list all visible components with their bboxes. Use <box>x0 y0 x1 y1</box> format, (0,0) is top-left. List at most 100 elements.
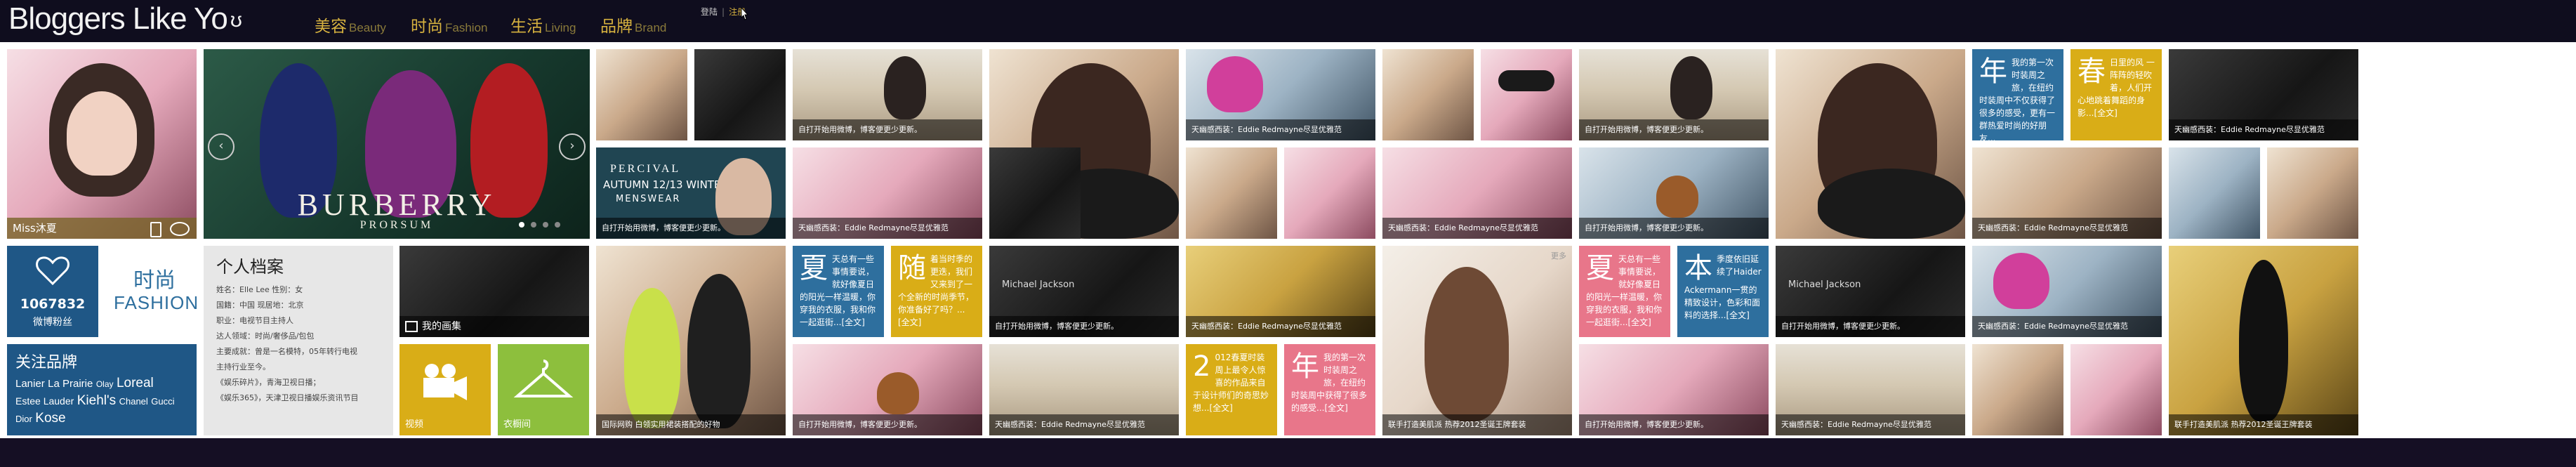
text-tile-initial: 夏 <box>800 252 828 284</box>
photo-tile[interactable] <box>1382 49 1474 140</box>
text-tile[interactable]: 年我的第一次时装周之旅，在纽约时装周中不仅获得了很多的感受，更有一群热爱时尚的好… <box>1972 49 2063 140</box>
brand-list: Lanier La Prairie Olay Loreal Estee Laud… <box>15 375 191 428</box>
tile-caption: 自打开始用微博，博客便更少更新。 <box>1579 414 1769 435</box>
fashion-logo-tile[interactable]: 时尚 FASHION <box>105 246 197 337</box>
tile-caption: 自打开始用微博，博客便更少更新。 <box>1579 218 1769 239</box>
photo-tile[interactable]: 联手打造美肌派 热荐2012圣诞王牌套装 <box>2169 246 2358 435</box>
tile-caption: 天幽感西装：Eddie Redmayne尽显优雅范 <box>1186 316 1375 337</box>
video-tile[interactable]: 视频 <box>399 344 491 435</box>
figure <box>1818 169 1965 239</box>
photo-tile[interactable]: 天幽感西装：Eddie Redmayne尽显优雅范 <box>2169 49 2358 140</box>
more-tag[interactable]: 更多 <box>1551 250 1566 261</box>
brand-link[interactable]: Gucci <box>151 396 174 407</box>
figure <box>884 56 926 119</box>
photo-tile[interactable]: 天幽感西装：Eddie Redmayne尽显优雅范 <box>793 147 982 239</box>
heart-icon <box>36 256 70 286</box>
profile-photo-tile[interactable]: Miss沐夏 <box>7 49 197 239</box>
photo-tile[interactable]: 更多 联手打造美肌派 热荐2012圣诞王牌套装 <box>1382 246 1572 435</box>
text-tile[interactable]: 随着当时季的更迭，我们又来到了一个全新的时尚季节，你准备好了吗？...[全文] <box>891 246 982 337</box>
brand-link[interactable]: La Prairie <box>48 378 93 390</box>
dossier-line: 达人领域：时尚/奢侈品/包包 <box>216 331 315 341</box>
tile-caption: 天幽感西装：Eddie Redmayne尽显优雅范 <box>1972 316 2162 337</box>
photo-tile[interactable] <box>694 49 786 140</box>
photo-tile[interactable] <box>1972 344 2063 435</box>
photo-tile[interactable] <box>1284 147 1375 239</box>
brand-link[interactable]: Estee Lauder <box>15 395 74 407</box>
eye-icon[interactable] <box>170 222 190 236</box>
photo-tile[interactable] <box>1186 147 1277 239</box>
photo-tile[interactable] <box>2070 344 2162 435</box>
brand-link[interactable]: Kose <box>35 411 65 426</box>
nav-item-beauty[interactable]: 美容 Beauty <box>315 13 386 37</box>
photo-tile[interactable]: 自打开始用微博，博客便更少更新。 <box>1579 147 1769 239</box>
slide-next-button[interactable]: › <box>559 133 586 160</box>
photo-tile[interactable]: 自打开始用微博，博客便更少更新。 <box>793 344 982 435</box>
photo-tile[interactable] <box>1481 49 1572 140</box>
tile-caption: 天幽感西装：Eddie Redmayne尽显优雅范 <box>1382 218 1572 239</box>
slide-dot[interactable] <box>542 222 548 228</box>
tile-caption: 天幽感西装：Eddie Redmayne尽显优雅范 <box>1186 119 1375 140</box>
site-logo[interactable]: Bloggers Like Yo ʊ <box>8 1 242 37</box>
portrait-face <box>67 91 137 176</box>
slide-dot[interactable] <box>518 222 524 228</box>
fans-label: 微博粉丝 <box>33 317 72 328</box>
text-tile[interactable]: 夏天总有一些事情要说，就好像夏日的阳光一样温暖，你穿我的衣服，我和你一起逛街..… <box>1579 246 1670 337</box>
brand-link[interactable]: Kiehl's <box>77 393 116 408</box>
slide-dot[interactable] <box>530 222 536 228</box>
text-tile[interactable]: 春日里的风 一阵阵的轻吹着，人们开心地跳着舞蹈的身影...[全文] <box>2070 49 2162 140</box>
login-link[interactable]: 登陆 <box>701 7 718 17</box>
dossier-line: 姓名：Elle Lee 性别：女 <box>216 285 303 294</box>
brand-link[interactable]: Olay <box>96 379 114 389</box>
nav-item-fashion[interactable]: 时尚 Fashion <box>411 13 487 37</box>
photo-tile[interactable]: 自打开始用微博，博客便更少更新。 <box>1579 344 1769 435</box>
nav-label-en: Fashion <box>445 21 488 34</box>
figure <box>2239 260 2288 421</box>
brand-link[interactable]: Loreal <box>117 376 154 390</box>
slide-prev-button[interactable]: ‹ <box>208 133 235 160</box>
fashion-cn: 时尚 <box>133 268 176 293</box>
text-tile[interactable]: 年我的第一次时装周之旅，在纽约时装周中获得了很多的感受...[全文] <box>1284 344 1375 435</box>
brands-tile[interactable]: 关注品牌 Lanier La Prairie Olay Loreal Estee… <box>7 344 197 435</box>
nav-item-living[interactable]: 生活 Living <box>510 13 576 37</box>
nav-item-brand[interactable]: 品牌 Brand <box>600 13 666 37</box>
brand-link[interactable]: Chanel <box>119 396 148 407</box>
percival-tile[interactable]: PERCIVAL AUTUMN 12/13 WINTER MENSWEAR 自打… <box>596 147 786 239</box>
album-tile[interactable]: 我的画集 <box>399 246 589 337</box>
photo-tile[interactable]: 自打开始用微博，博客便更少更新。 <box>793 49 982 140</box>
brand-link[interactable]: Lanier <box>15 378 45 390</box>
photo-tile[interactable] <box>2267 147 2358 239</box>
dossier-body: 姓名：Elle Lee 性别：女 国籍：中国 现居地：北京 职业：电视节目主持人… <box>216 282 359 406</box>
video-label: 视频 <box>405 419 424 430</box>
photo-tile[interactable]: 天幽感西装：Eddie Redmayne尽显优雅范 <box>1776 344 1965 435</box>
tile-caption: 天幽感西装：Eddie Redmayne尽显优雅范 <box>2169 119 2358 140</box>
mj-tile[interactable]: Michael Jackson 自打开始用微博，博客便更少更新。 <box>989 246 1179 337</box>
photo-tile[interactable] <box>2169 147 2260 239</box>
photo-tile[interactable]: 天幽感西装：Eddie Redmayne尽显优雅范 <box>1186 49 1375 140</box>
brand-link[interactable]: Dior <box>15 414 32 424</box>
photo-tile[interactable]: 天幽感西装：Eddie Redmayne尽显优雅范 <box>1972 147 2162 239</box>
banner-slideshow[interactable]: BURBERRY PRORSUM ‹ › <box>204 49 590 239</box>
photo-tile[interactable] <box>596 49 687 140</box>
tile-caption: 天幽感西装：Eddie Redmayne尽显优雅范 <box>1972 218 2162 239</box>
slide-dot[interactable] <box>555 222 560 228</box>
photo-tile[interactable]: 天幽感西装：Eddie Redmayne尽显优雅范 <box>1972 246 2162 337</box>
photo-tile[interactable]: 国际网购 白领实用裙装搭配的好物 <box>596 246 786 435</box>
text-tile[interactable]: 2 012春夏时装周上最令人惊喜的作品来自于设计师们的奇思妙想...[全文] <box>1186 344 1277 435</box>
tile-caption: 自打开始用微博，博客便更少更新。 <box>1579 119 1769 140</box>
video-camera-icon <box>423 364 467 400</box>
photo-tile[interactable]: 天幽感西装：Eddie Redmayne尽显优雅范 <box>1186 246 1375 337</box>
photo-tile[interactable]: 自打开始用微博，博客便更少更新。 <box>1579 49 1769 140</box>
text-tile[interactable]: 本季度依旧延续了Haider Ackermann一贯的精致设计，色彩和面料的选择… <box>1677 246 1769 337</box>
top-navigation-bar: Bloggers Like Yo ʊ 美容 Beauty 时尚 Fashion 生活 L… <box>0 0 2576 42</box>
mj-tile[interactable]: Michael Jackson 自打开始用微博，博客便更少更新。 <box>1776 246 1965 337</box>
phone-icon[interactable] <box>150 222 161 237</box>
text-tile[interactable]: 夏天总有一些事情要说，就好像夏日的阳光一样温暖，你穿我的衣服，我和你一起逛街..… <box>793 246 884 337</box>
photo-tile[interactable]: 天幽感西装：Eddie Redmayne尽显优雅范 <box>1382 147 1572 239</box>
wardrobe-tile[interactable]: 衣橱间 <box>498 344 589 435</box>
photo-tile[interactable] <box>1776 49 1965 239</box>
photo-tile[interactable]: 天幽感西装：Eddie Redmayne尽显优雅范 <box>989 344 1179 435</box>
tile-caption: 自打开始用微博，博客便更少更新。 <box>793 414 982 435</box>
weibo-fans-tile[interactable]: 1067832 微博粉丝 <box>7 246 98 337</box>
text-tile-initial: 随 <box>898 252 926 284</box>
brands-title: 关注品牌 <box>15 354 78 371</box>
